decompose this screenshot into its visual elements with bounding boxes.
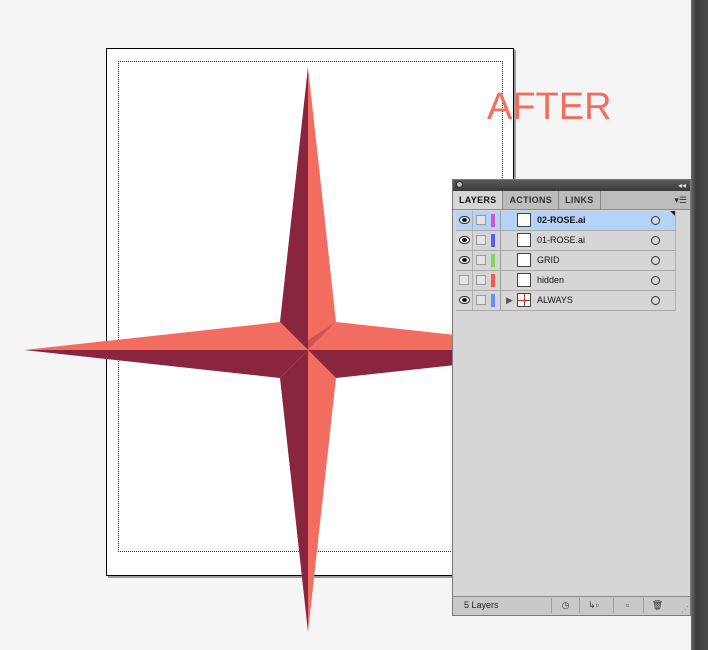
visibility-toggle[interactable] <box>456 211 473 230</box>
layer-name[interactable]: 02-ROSE.ai <box>537 211 586 230</box>
layer-row[interactable]: ▶ ALWAYS <box>456 291 675 311</box>
after-label: AFTER <box>487 86 612 128</box>
target-icon[interactable] <box>651 276 660 285</box>
expand-arrow-icon[interactable]: ▶ <box>506 295 513 306</box>
layer-thumbnail <box>517 293 531 307</box>
layer-name[interactable]: hidden <box>537 271 564 290</box>
layer-row[interactable]: 02-ROSE.ai <box>456 211 675 231</box>
layer-name[interactable]: ALWAYS <box>537 291 573 310</box>
layer-thumbnail <box>517 213 531 227</box>
new-layer-icon[interactable]: ▫ <box>613 598 641 613</box>
tab-links[interactable]: LINKS <box>559 191 601 209</box>
lock-toggle[interactable] <box>476 255 486 265</box>
lock-toggle[interactable] <box>476 275 486 285</box>
layer-row[interactable]: 01-ROSE.ai <box>456 231 675 251</box>
target-icon[interactable] <box>651 236 660 245</box>
layer-color-swatch <box>491 214 495 227</box>
layer-color-swatch <box>491 254 495 267</box>
panel-footer: 5 Layers ◷ ↳▫ ▫ 🗑 ⋰ <box>453 596 690 615</box>
row-divider <box>500 211 501 230</box>
row-divider <box>500 231 501 250</box>
close-icon[interactable] <box>456 181 463 188</box>
eye-icon <box>459 296 470 304</box>
list-scroll-divider <box>675 211 676 311</box>
star-left-top <box>24 322 308 350</box>
panel-tabs: LAYERS ACTIONS LINKS ▾☰ <box>453 191 690 210</box>
star-top-right <box>308 67 336 350</box>
star-top-left <box>280 67 308 350</box>
resize-grip-icon[interactable]: ⋰ <box>681 606 689 614</box>
layer-thumbnail <box>517 233 531 247</box>
eye-hidden-icon <box>459 275 469 285</box>
trash-icon[interactable]: 🗑 <box>643 598 671 613</box>
visibility-toggle[interactable] <box>456 251 473 270</box>
lock-toggle[interactable] <box>476 235 486 245</box>
row-divider <box>500 271 501 290</box>
tab-layers[interactable]: LAYERS <box>453 191 504 209</box>
eye-icon <box>459 216 470 224</box>
target-icon[interactable] <box>651 296 660 305</box>
star-left-bottom <box>24 350 308 378</box>
row-divider <box>500 291 501 310</box>
target-icon[interactable] <box>651 256 660 265</box>
star-bottom-right <box>308 350 336 632</box>
layers-panel[interactable]: ◂◂ LAYERS ACTIONS LINKS ▾☰ 02-ROSE.ai 01… <box>452 179 691 616</box>
layer-row[interactable]: hidden <box>456 271 675 291</box>
layers-list: 02-ROSE.ai 01-ROSE.ai GRID hidden ▶ ALWA… <box>456 211 675 311</box>
make-clipping-mask-icon[interactable]: ◷ <box>551 598 579 613</box>
layer-color-swatch <box>491 234 495 247</box>
visibility-toggle[interactable] <box>456 271 473 290</box>
layer-thumbnail <box>517 253 531 267</box>
visibility-toggle[interactable] <box>456 231 473 250</box>
lock-toggle[interactable] <box>476 215 486 225</box>
layer-row[interactable]: GRID <box>456 251 675 271</box>
row-divider <box>500 251 501 270</box>
panel-menu-icon[interactable]: ▾☰ <box>674 194 687 206</box>
create-sublayer-icon[interactable]: ↳▫ <box>579 598 607 613</box>
layer-color-swatch <box>491 294 495 307</box>
panel-titlebar[interactable]: ◂◂ <box>453 180 690 191</box>
star-bottom-left <box>280 350 308 632</box>
layer-color-swatch <box>491 274 495 287</box>
target-icon[interactable] <box>651 216 660 225</box>
layer-count: 5 Layers <box>464 600 499 610</box>
lock-toggle[interactable] <box>476 295 486 305</box>
eye-icon <box>459 256 470 264</box>
visibility-toggle[interactable] <box>456 291 473 310</box>
layer-thumbnail <box>517 273 531 287</box>
layer-name[interactable]: 01-ROSE.ai <box>537 231 585 250</box>
collapse-icon[interactable]: ◂◂ <box>678 180 686 191</box>
tab-actions[interactable]: ACTIONS <box>503 191 560 209</box>
layer-name[interactable]: GRID <box>537 251 560 270</box>
eye-icon <box>459 236 470 244</box>
